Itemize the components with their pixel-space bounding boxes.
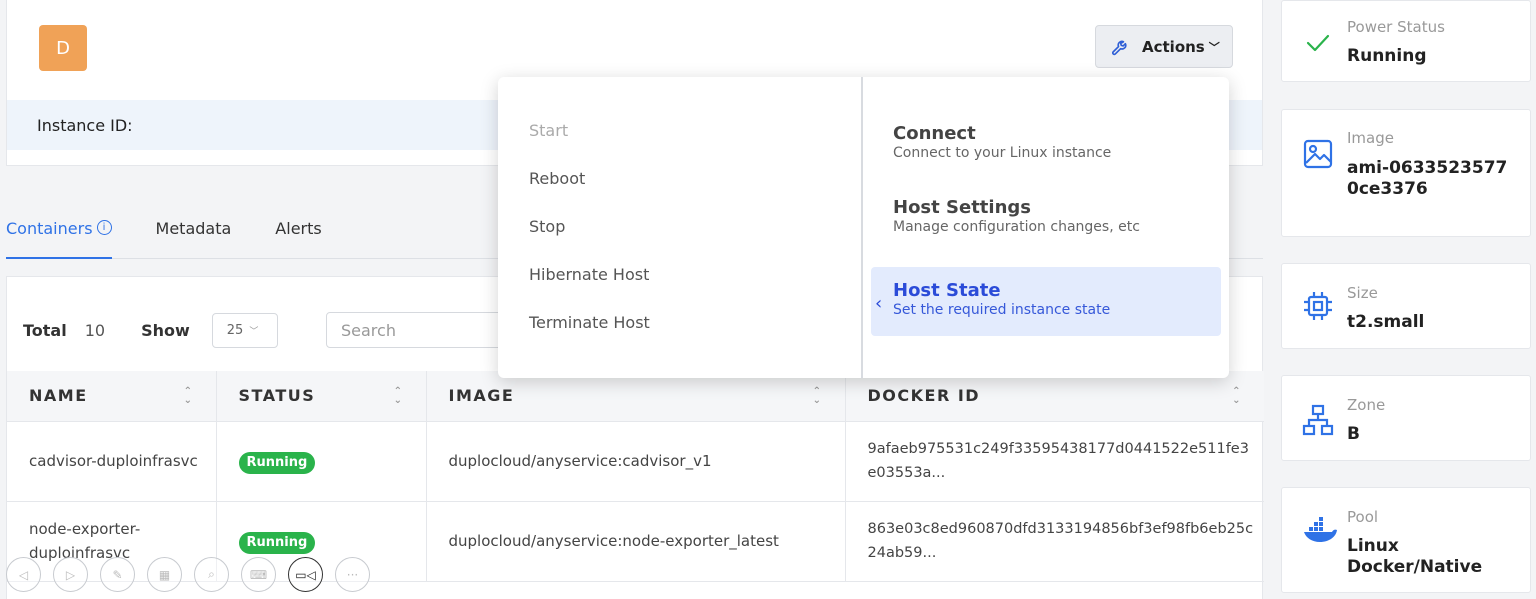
menu-item-start[interactable]: Start [498, 121, 861, 169]
image-card: Image ami-06335235770ce3376 [1281, 109, 1531, 237]
page-size-select[interactable]: 25 ﹀ [211, 313, 278, 348]
tab-containers[interactable]: Containers i [6, 210, 112, 259]
pen-icon[interactable]: ✎ [100, 557, 135, 592]
column-label: STATUS [238, 386, 316, 406]
pool-card: Pool Linux Docker/Native [1281, 487, 1531, 593]
annotation-toolbar: ◁ ▷ ✎ ▦ ⌕ ⌨ ▭◁ ··· [6, 557, 370, 592]
size-label: Size [1347, 284, 1378, 302]
chevron-left-icon: ‹ [875, 293, 883, 314]
search-input[interactable]: Search [326, 312, 526, 348]
option-title: Host Settings [893, 197, 1031, 218]
size-card: Size t2.small [1281, 263, 1531, 349]
total-value: 10 [84, 321, 106, 340]
power-status-card: Power Status Running [1281, 0, 1531, 82]
zone-label: Zone [1347, 396, 1386, 414]
info-icon[interactable]: i [96, 220, 112, 235]
more-icon[interactable]: ··· [335, 557, 370, 592]
wrench-icon [1111, 40, 1127, 55]
host-state-submenu: Start Reboot Stop Hibernate Host Termina… [498, 77, 863, 378]
status-badge: Running [238, 531, 316, 554]
zoom-icon[interactable]: ⌕ [194, 557, 229, 592]
instance-id-label: Instance ID: [37, 115, 133, 135]
actions-main-menu: Connect Connect to your Linux instance H… [863, 77, 1229, 378]
power-status-label: Power Status [1347, 18, 1445, 36]
video-camera-icon[interactable]: ▭◁ [288, 557, 323, 592]
menu-option-host-settings[interactable]: Host Settings Manage configuration chang… [871, 193, 1221, 267]
previous-icon[interactable]: ◁ [6, 557, 41, 592]
menu-item-reboot[interactable]: Reboot [498, 169, 861, 217]
column-header-image[interactable]: IMAGE ⌃ ⌄ [426, 371, 846, 422]
option-title: Host State [893, 280, 1001, 301]
cell-name: cadvisor-duploinfrasvc [7, 421, 217, 502]
layout-icon[interactable]: ▦ [147, 557, 182, 592]
option-title: Connect [893, 123, 976, 144]
sort-icon[interactable]: ⌃ ⌄ [394, 387, 404, 406]
total-label: Total [23, 321, 67, 340]
actions-label: Actions [1142, 37, 1205, 56]
image-label: Image [1347, 129, 1394, 147]
table-row[interactable]: cadvisor-duploinfrasvc Running duploclou… [7, 421, 1264, 502]
sort-icon[interactable]: ⌃ ⌄ [813, 387, 823, 406]
image-icon [1303, 139, 1333, 169]
show-label: Show [141, 321, 190, 340]
column-header-docker-id[interactable]: DOCKER ID ⌃ ⌄ [845, 371, 1264, 422]
column-label: IMAGE [448, 386, 515, 406]
cell-image: duplocloud/anyservice:cadvisor_v1 [426, 421, 846, 502]
menu-item-stop[interactable]: Stop [498, 217, 861, 265]
cell-image: duplocloud/anyservice:node-exporter_late… [426, 501, 846, 582]
check-icon [1306, 34, 1330, 52]
containers-table: NAME ⌃ ⌄ STATUS ⌃ ⌄ IMAGE ⌃ ⌄ DOCKER ID ⌃ ⌄ cadv… [7, 371, 1264, 582]
cpu-icon [1304, 292, 1332, 320]
pool-label: Pool [1347, 508, 1379, 526]
power-status-value: Running [1347, 46, 1427, 66]
menu-option-host-state[interactable]: ‹ Host State Set the required instance s… [871, 267, 1221, 336]
cell-docker-id: 863e03c8ed960870dfd3133194856bf3ef98fb6e… [845, 501, 1264, 582]
cell-status: Running [216, 421, 427, 502]
tab-containers-label: Containers [6, 219, 93, 238]
tab-metadata[interactable]: Metadata [156, 210, 232, 259]
actions-dropdown-menu: Start Reboot Stop Hibernate Host Termina… [498, 77, 1229, 378]
option-subtitle: Connect to your Linux instance [893, 145, 1112, 161]
actions-button[interactable]: Actions ﹀ [1095, 25, 1233, 68]
tab-alerts[interactable]: Alerts [275, 210, 321, 259]
column-label: NAME [29, 386, 88, 406]
option-subtitle: Manage configuration changes, etc [893, 219, 1140, 235]
avatar: D [39, 25, 87, 71]
table-toolbar: Total 10 Show 25 ﹀ [23, 313, 278, 348]
size-value: t2.small [1347, 312, 1425, 332]
page-size-value: 25 [226, 323, 244, 338]
pool-value: Linux Docker/Native [1347, 536, 1483, 577]
column-label: DOCKER ID [867, 386, 981, 406]
sort-icon[interactable]: ⌃ ⌄ [1232, 387, 1242, 406]
column-header-status[interactable]: STATUS ⌃ ⌄ [216, 371, 427, 422]
next-icon[interactable]: ▷ [53, 557, 88, 592]
zone-value: B [1347, 424, 1360, 444]
zone-card: Zone B [1281, 375, 1531, 461]
sort-icon[interactable]: ⌃ ⌄ [184, 387, 194, 406]
column-header-name[interactable]: NAME ⌃ ⌄ [7, 371, 217, 422]
network-icon [1302, 404, 1334, 436]
option-subtitle: Set the required instance state [893, 302, 1111, 318]
menu-option-connect[interactable]: Connect Connect to your Linux instance [871, 119, 1221, 193]
cell-docker-id: 9afaeb975531c249f33595438177d0441522e511… [845, 421, 1264, 502]
chevron-down-icon: ﹀ [249, 327, 259, 337]
menu-item-terminate-host[interactable]: Terminate Host [498, 313, 861, 361]
menu-item-hibernate-host[interactable]: Hibernate Host [498, 265, 861, 313]
keyboard-icon[interactable]: ⌨ [241, 557, 276, 592]
image-value: ami-06335235770ce3376 [1347, 158, 1508, 199]
status-badge: Running [238, 451, 316, 474]
docker-icon [1304, 517, 1337, 542]
chevron-down-icon: ﹀ [1208, 40, 1220, 54]
